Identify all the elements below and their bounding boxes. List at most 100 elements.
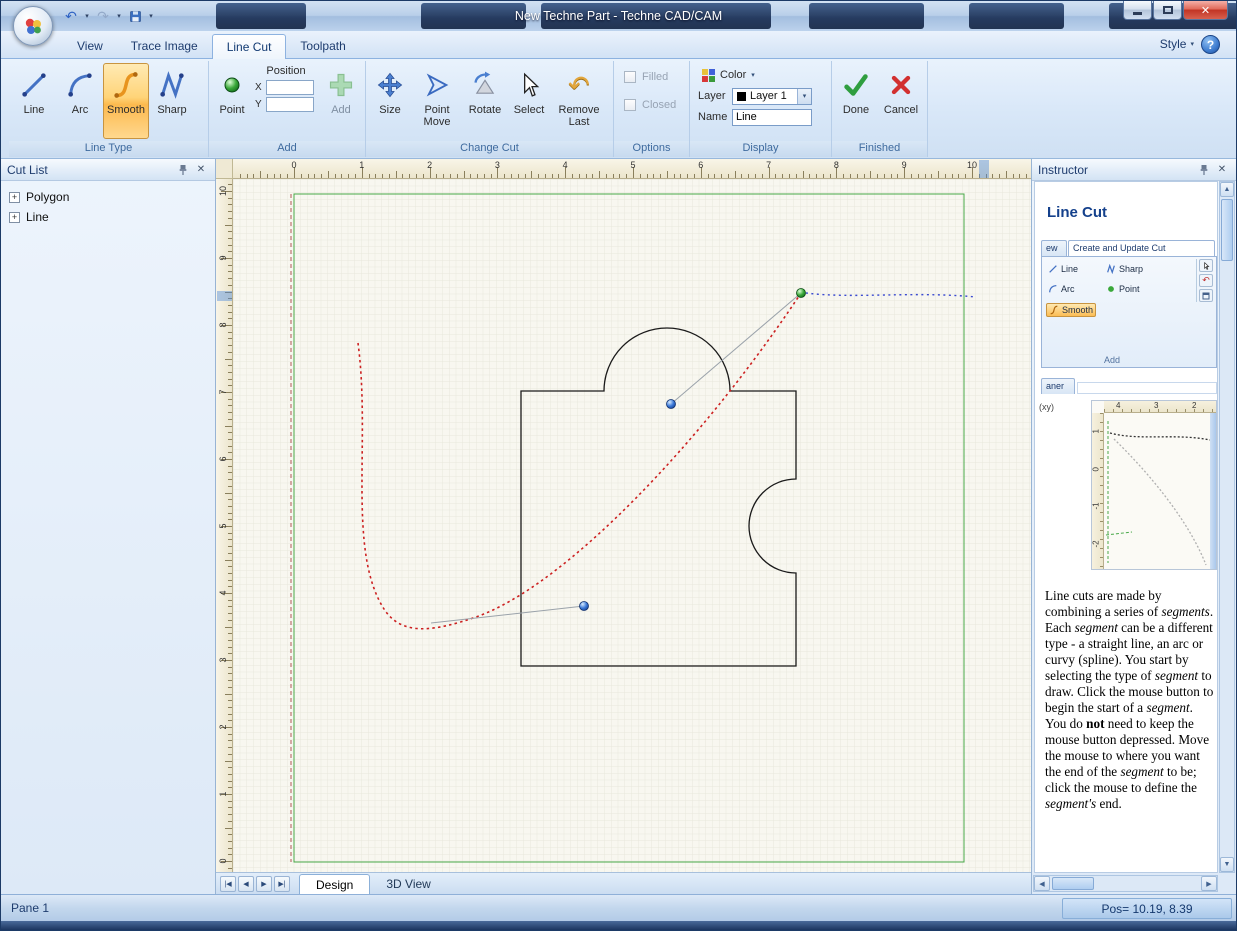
nav-next-button[interactable]: ▶ bbox=[256, 876, 272, 892]
vertical-scrollbar[interactable]: ▲ ▼ bbox=[1219, 181, 1235, 873]
ruler-tick bbox=[228, 184, 232, 185]
tab-design[interactable]: Design bbox=[299, 874, 370, 895]
ribbon-group-change-cut: Size Point Move Rotate Select bbox=[366, 61, 614, 157]
canvas-grid bbox=[233, 179, 1031, 872]
ruler-tick bbox=[396, 171, 397, 178]
control-point[interactable] bbox=[667, 400, 676, 409]
scroll-left-button[interactable]: ◀ bbox=[1034, 876, 1050, 891]
help-icon: ? bbox=[1207, 38, 1214, 52]
cut-list-item[interactable]: +Line bbox=[1, 207, 215, 227]
redo-dropdown[interactable]: ▾ bbox=[114, 6, 124, 26]
close-panel-icon[interactable]: ✕ bbox=[1214, 162, 1230, 178]
scrollbar-thumb[interactable] bbox=[1052, 877, 1094, 890]
mini-cursor-icon bbox=[1199, 259, 1213, 272]
name-input[interactable] bbox=[732, 109, 812, 126]
tab-toolpath[interactable]: Toolpath bbox=[286, 34, 359, 59]
ruler-tick bbox=[592, 174, 593, 178]
maximize-button[interactable] bbox=[1153, 1, 1182, 20]
ruler-tick bbox=[287, 174, 288, 178]
point-button[interactable]: Point bbox=[211, 63, 253, 139]
cut-list-item-label: Polygon bbox=[26, 190, 69, 204]
ruler-tick bbox=[348, 174, 349, 178]
mini-scrollbar bbox=[1210, 413, 1216, 569]
qat-dropdown[interactable]: ▾ bbox=[146, 6, 156, 26]
ruler-tick bbox=[228, 312, 232, 313]
undo-button[interactable]: ↶ bbox=[61, 6, 81, 26]
remove-last-button[interactable]: ↶ Remove Last bbox=[550, 63, 608, 139]
ruler-number: 1 bbox=[218, 786, 228, 802]
ruler-tick bbox=[938, 171, 939, 178]
select-button[interactable]: Select bbox=[508, 63, 550, 139]
mini-ruler-number: 3 bbox=[1154, 401, 1158, 410]
drawing-area[interactable] bbox=[233, 179, 1031, 872]
ruler-tick bbox=[228, 245, 232, 246]
horizontal-scrollbar[interactable]: ◀ ▶ bbox=[1033, 875, 1218, 892]
ruler-tick bbox=[228, 466, 232, 467]
control-point[interactable] bbox=[580, 602, 589, 611]
scroll-up-icon: ▲ bbox=[1224, 186, 1231, 193]
y-input[interactable] bbox=[266, 97, 314, 112]
undo-dropdown[interactable]: ▾ bbox=[82, 6, 92, 26]
ruler-tick bbox=[228, 204, 232, 205]
ruler-tick bbox=[484, 174, 485, 178]
instructor-content: Line Cut ew Create and Update Cut Line S… bbox=[1034, 181, 1218, 873]
color-button[interactable]: Color ▾ bbox=[698, 68, 759, 83]
tab-view[interactable]: View bbox=[63, 34, 117, 59]
cut-list-item[interactable]: + Polygon bbox=[1, 187, 215, 207]
ruler-tick bbox=[225, 225, 232, 226]
smooth-button[interactable]: Smooth bbox=[103, 63, 149, 139]
size-button[interactable]: Size bbox=[368, 63, 412, 139]
sharp-button[interactable]: Sharp bbox=[149, 63, 195, 139]
add-button[interactable]: Add bbox=[319, 63, 363, 139]
x-input[interactable] bbox=[266, 80, 314, 95]
arc-button[interactable]: Arc bbox=[57, 63, 103, 139]
mini-ruler-number: 1 bbox=[1092, 422, 1101, 434]
ruler-tick bbox=[1026, 174, 1027, 178]
active-point[interactable] bbox=[797, 289, 806, 298]
scrollbar-thumb[interactable] bbox=[1221, 199, 1233, 261]
scroll-right-button[interactable]: ▶ bbox=[1201, 876, 1217, 891]
style-selector[interactable]: Style ▾ bbox=[1160, 37, 1194, 51]
layer-color-swatch bbox=[737, 92, 746, 101]
scroll-down-button[interactable]: ▼ bbox=[1220, 857, 1234, 872]
pin-icon[interactable] bbox=[1196, 162, 1212, 178]
ruler-tick bbox=[443, 174, 444, 178]
save-button[interactable] bbox=[125, 6, 145, 26]
ruler-tick bbox=[586, 174, 587, 178]
sharp-icon bbox=[156, 69, 188, 101]
tab-3d-view[interactable]: 3D View bbox=[370, 873, 446, 894]
ruler-tick bbox=[314, 174, 315, 178]
rotate-button[interactable]: Rotate bbox=[462, 63, 508, 139]
ruler-tick bbox=[1013, 174, 1014, 178]
ruler-tick bbox=[228, 714, 232, 715]
line-button[interactable]: Line bbox=[11, 63, 57, 139]
drawing-canvas[interactable] bbox=[233, 179, 1031, 872]
filled-checkbox[interactable] bbox=[624, 71, 636, 83]
ruler-tick bbox=[409, 174, 410, 178]
filled-option: Filled bbox=[624, 71, 683, 83]
tab-line-cut[interactable]: Line Cut bbox=[212, 34, 287, 59]
app-menu-button[interactable] bbox=[13, 6, 53, 46]
closed-checkbox[interactable] bbox=[624, 99, 636, 111]
ruler-tick bbox=[992, 174, 993, 178]
redo-button[interactable]: ↷ bbox=[93, 6, 113, 26]
close-button[interactable]: ✕ bbox=[1183, 1, 1228, 20]
close-panel-icon[interactable]: ✕ bbox=[193, 162, 209, 178]
cancel-button[interactable]: Cancel bbox=[878, 63, 924, 139]
point-move-button[interactable]: Point Move bbox=[412, 63, 462, 139]
nav-prev-button[interactable]: ◀ bbox=[238, 876, 254, 892]
tree-expand-icon[interactable]: + bbox=[9, 212, 20, 223]
tab-trace-image[interactable]: Trace Image bbox=[117, 34, 212, 59]
scroll-up-button[interactable]: ▲ bbox=[1220, 182, 1234, 197]
mini-group-label: Add bbox=[1042, 355, 1182, 365]
layer-dropdown[interactable]: Layer 1 ▾ bbox=[732, 88, 812, 105]
nav-first-button[interactable]: |◀ bbox=[220, 876, 236, 892]
tree-expand-icon[interactable]: + bbox=[9, 192, 20, 203]
redo-icon: ↷ bbox=[97, 8, 109, 25]
done-button[interactable]: Done bbox=[834, 63, 878, 139]
minimize-button[interactable] bbox=[1123, 1, 1152, 20]
ruler-tick bbox=[328, 171, 329, 178]
nav-last-button[interactable]: ▶| bbox=[274, 876, 290, 892]
pin-icon[interactable] bbox=[175, 162, 191, 178]
help-button[interactable]: ? bbox=[1201, 35, 1220, 54]
